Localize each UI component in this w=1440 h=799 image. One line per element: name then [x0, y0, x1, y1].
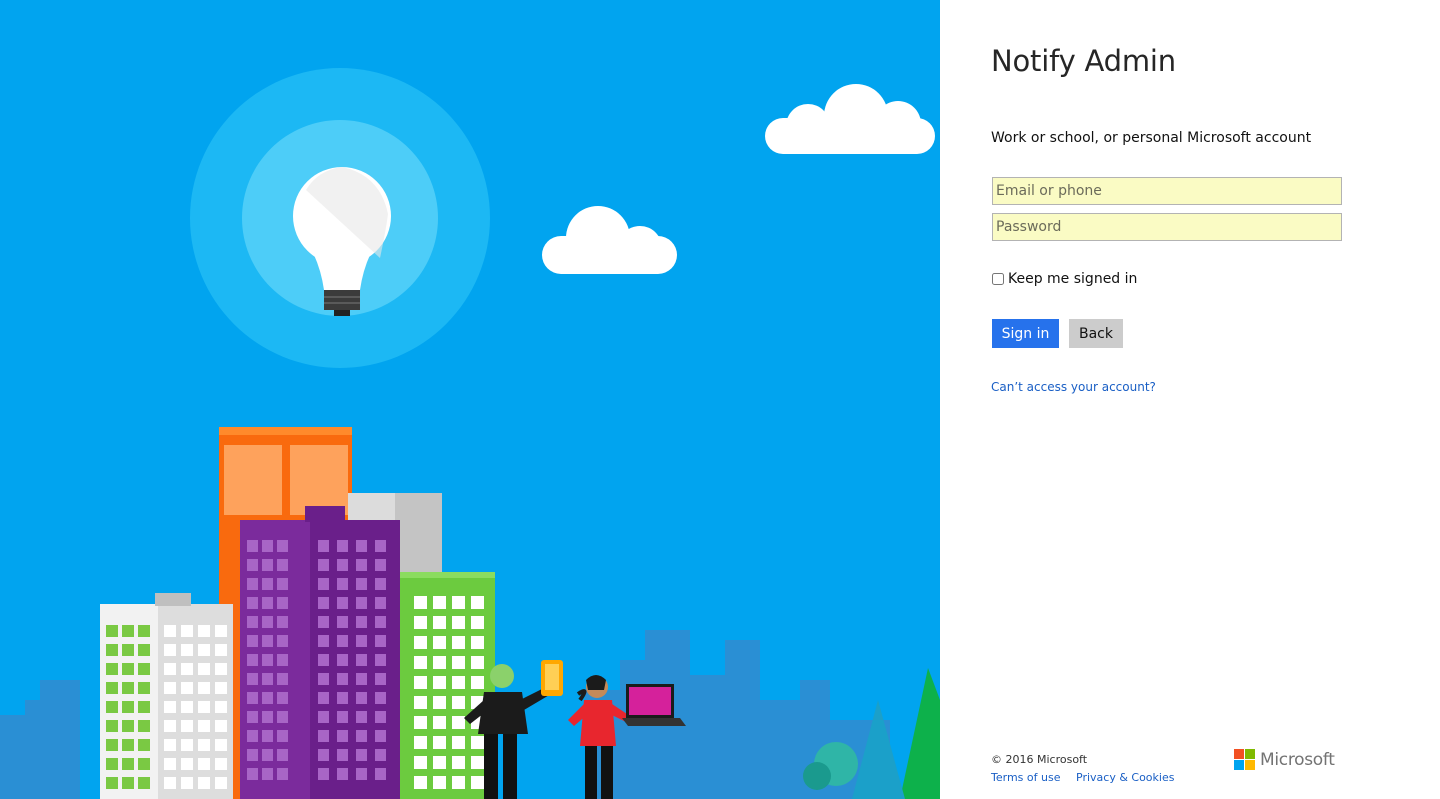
hero-illustration	[0, 0, 940, 799]
password-field[interactable]	[992, 213, 1342, 241]
privacy-cookies-link[interactable]: Privacy & Cookies	[1076, 771, 1174, 784]
email-field[interactable]	[992, 177, 1342, 205]
account-prompt: Work or school, or personal Microsoft ac…	[991, 130, 1312, 146]
microsoft-wordmark: Microsoft	[1260, 749, 1335, 770]
white-building	[100, 593, 233, 799]
back-button[interactable]: Back	[1069, 319, 1123, 348]
green-building	[400, 572, 495, 799]
logo-square-yellow	[1245, 760, 1255, 770]
terms-of-use-link[interactable]: Terms of use	[991, 771, 1060, 784]
keep-signed-in-checkbox[interactable]	[992, 273, 1004, 285]
logo-square-red	[1234, 749, 1244, 759]
logo-square-green	[1245, 749, 1255, 759]
purple-building	[240, 506, 400, 799]
lightbulb-icon	[190, 68, 490, 368]
cant-access-account-link[interactable]: Can’t access your account?	[991, 380, 1156, 394]
app-title: Notify Admin	[991, 44, 1176, 78]
microsoft-squares-icon	[1234, 749, 1255, 770]
logo-square-blue	[1234, 760, 1244, 770]
microsoft-logo: Microsoft	[1234, 749, 1335, 770]
login-panel: Notify Admin Work or school, or personal…	[940, 0, 1440, 799]
copyright-text: © 2016 Microsoft	[991, 753, 1088, 766]
page: Notify Admin Work or school, or personal…	[0, 0, 1440, 799]
keep-signed-in-label: Keep me signed in	[1008, 271, 1138, 287]
sign-in-button[interactable]: Sign in	[992, 319, 1059, 348]
keep-signed-in-row[interactable]: Keep me signed in	[992, 271, 1137, 287]
